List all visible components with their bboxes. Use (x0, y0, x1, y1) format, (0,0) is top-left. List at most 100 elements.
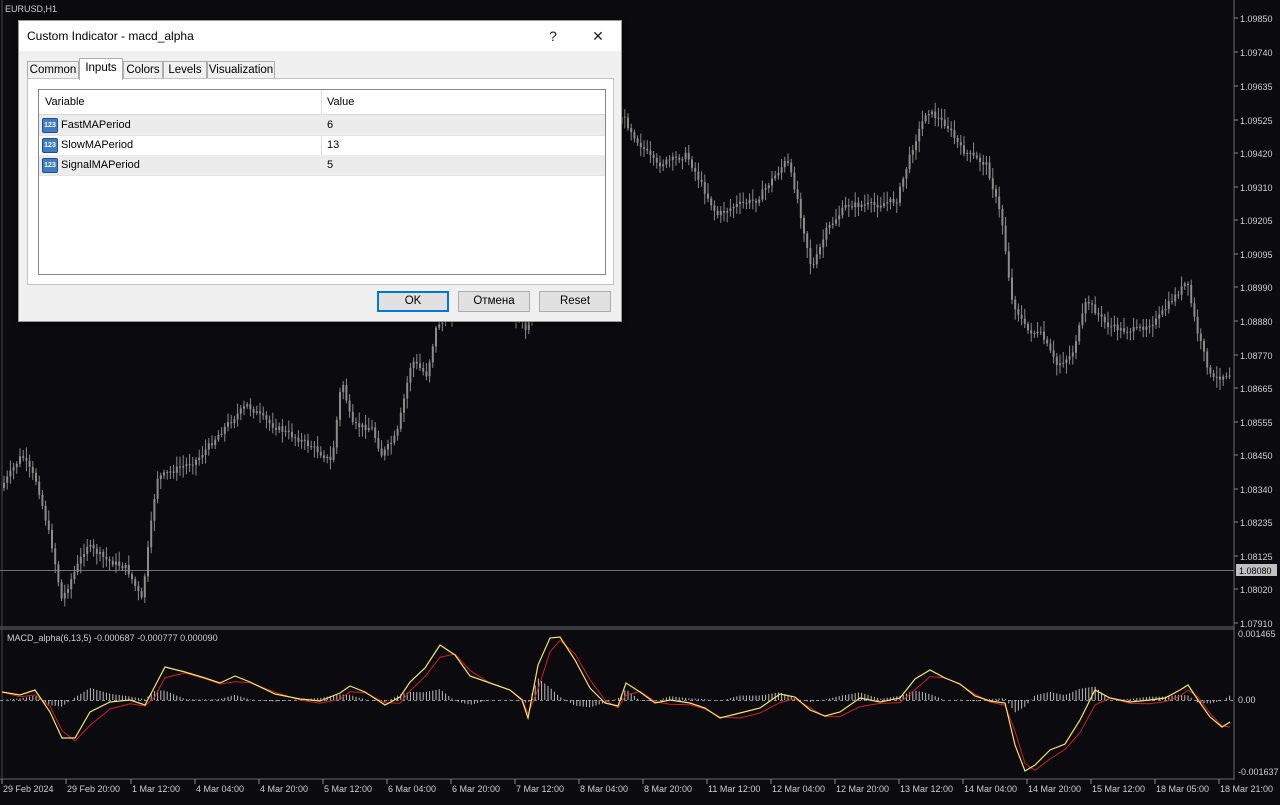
tab-visualization[interactable]: Visualization (207, 61, 275, 79)
tab-colors[interactable]: Colors (123, 61, 163, 79)
candle-body (815, 254, 818, 265)
inputs-panel: Variable Value 123 FastMAPeriod 6 123 Sl… (27, 78, 614, 285)
candle-body (179, 466, 181, 468)
ok-button[interactable]: OK (377, 291, 449, 312)
candle-body (851, 206, 853, 208)
candle-body (412, 361, 415, 368)
candle-body (700, 179, 703, 183)
candle-body (435, 327, 437, 347)
candle-body (326, 456, 329, 459)
time-tick-label: 7 Mar 12:00 (516, 784, 564, 794)
candle-body (668, 159, 671, 161)
candle-body (828, 225, 831, 229)
candle-body (1139, 326, 1141, 328)
candle-body (1094, 304, 1097, 314)
candle-body (390, 442, 393, 445)
candle-body (950, 128, 953, 131)
cancel-button[interactable]: Отмена (458, 291, 530, 312)
candle-body (748, 199, 751, 204)
column-value[interactable]: Value (321, 90, 354, 114)
tab-levels[interactable]: Levels (163, 61, 207, 79)
candle-body (703, 182, 706, 194)
candle-body (1103, 316, 1106, 323)
candle-body (214, 439, 217, 446)
time-tick-label: 12 Mar 04:00 (772, 784, 825, 794)
time-tick-label: 13 Mar 12:00 (900, 784, 953, 794)
candle-body (905, 169, 908, 179)
candle-body (1014, 299, 1017, 310)
candle-body (191, 464, 194, 466)
candle-body (643, 147, 645, 149)
help-button[interactable]: ? (531, 23, 575, 49)
dialog-titlebar[interactable]: Custom Indicator - macd_alpha ? ✕ (19, 21, 621, 51)
candle-body (323, 455, 325, 459)
reset-button[interactable]: Reset (539, 291, 611, 312)
candle-body (137, 585, 140, 592)
param-name: SlowMAPeriod (61, 139, 134, 151)
candle-body (1222, 376, 1225, 380)
candle-body (665, 159, 668, 165)
table-row[interactable]: 123 SlowMAPeriod 13 (39, 135, 605, 156)
tab-inputs[interactable]: Inputs (79, 58, 123, 80)
close-button[interactable]: ✕ (576, 23, 620, 49)
candle-body (1199, 333, 1202, 341)
table-row[interactable]: 123 FastMAPeriod 6 (39, 115, 605, 136)
candle-body (291, 431, 293, 438)
tab-common[interactable]: Common (27, 61, 79, 79)
candle-body (793, 172, 796, 190)
candle-body (1011, 277, 1013, 300)
price-tick-label: 1.08340 (1240, 485, 1273, 495)
candle-body (1091, 303, 1093, 305)
candle-body (1158, 314, 1161, 319)
candle-body (780, 167, 783, 173)
candle-body (1148, 326, 1151, 328)
candle-body (1113, 324, 1116, 327)
param-value[interactable]: 13 (327, 135, 339, 155)
candle-body (31, 466, 34, 473)
column-variable[interactable]: Variable (39, 90, 85, 114)
candle-body (1142, 326, 1145, 330)
inputs-grid: Variable Value 123 FastMAPeriod 6 123 Sl… (38, 89, 606, 275)
price-tick-label: 1.08020 (1240, 585, 1273, 595)
candle-body (723, 210, 725, 213)
candle-body (246, 404, 249, 407)
price-tick-label: 1.08665 (1240, 384, 1273, 394)
candle-body (364, 424, 367, 430)
candle-body (1075, 341, 1077, 353)
price-tick-label: 1.09420 (1240, 149, 1273, 159)
param-value[interactable]: 5 (327, 155, 333, 175)
candle-body (691, 159, 693, 168)
candle-body (393, 435, 396, 443)
candle-body (387, 444, 389, 450)
table-row[interactable]: 123 SignalMAPeriod 5 (39, 155, 605, 176)
candle-body (207, 443, 210, 450)
candle-body (998, 196, 1001, 209)
time-tick-label: 8 Mar 04:00 (580, 784, 628, 794)
candle-body (47, 520, 50, 530)
candle-body (1068, 356, 1071, 360)
indicator-label: MACD_alpha(6,13,5) -0.000687 -0.000777 0… (7, 633, 218, 643)
candle-body (947, 126, 949, 129)
price-tick-label: 1.08450 (1240, 451, 1273, 461)
candle-body (937, 117, 940, 119)
param-value[interactable]: 6 (327, 115, 333, 135)
candle-body (1097, 313, 1100, 315)
candle-body (1171, 301, 1173, 303)
candle-body (630, 128, 633, 133)
candle-body (1023, 318, 1026, 324)
candle-body (1049, 343, 1052, 351)
candle-body (806, 233, 809, 248)
candle-body (227, 422, 229, 427)
time-tick-label: 14 Mar 04:00 (964, 784, 1017, 794)
candle-body (758, 199, 761, 203)
candle-body (995, 189, 997, 197)
candle-body (934, 111, 937, 118)
candle-body (902, 178, 905, 187)
candle-body (1135, 327, 1138, 329)
candle-body (265, 415, 268, 420)
candle-body (803, 217, 805, 234)
candle-body (380, 448, 383, 456)
candle-body (1030, 330, 1033, 334)
candle-body (707, 193, 709, 199)
candle-body (915, 141, 917, 151)
